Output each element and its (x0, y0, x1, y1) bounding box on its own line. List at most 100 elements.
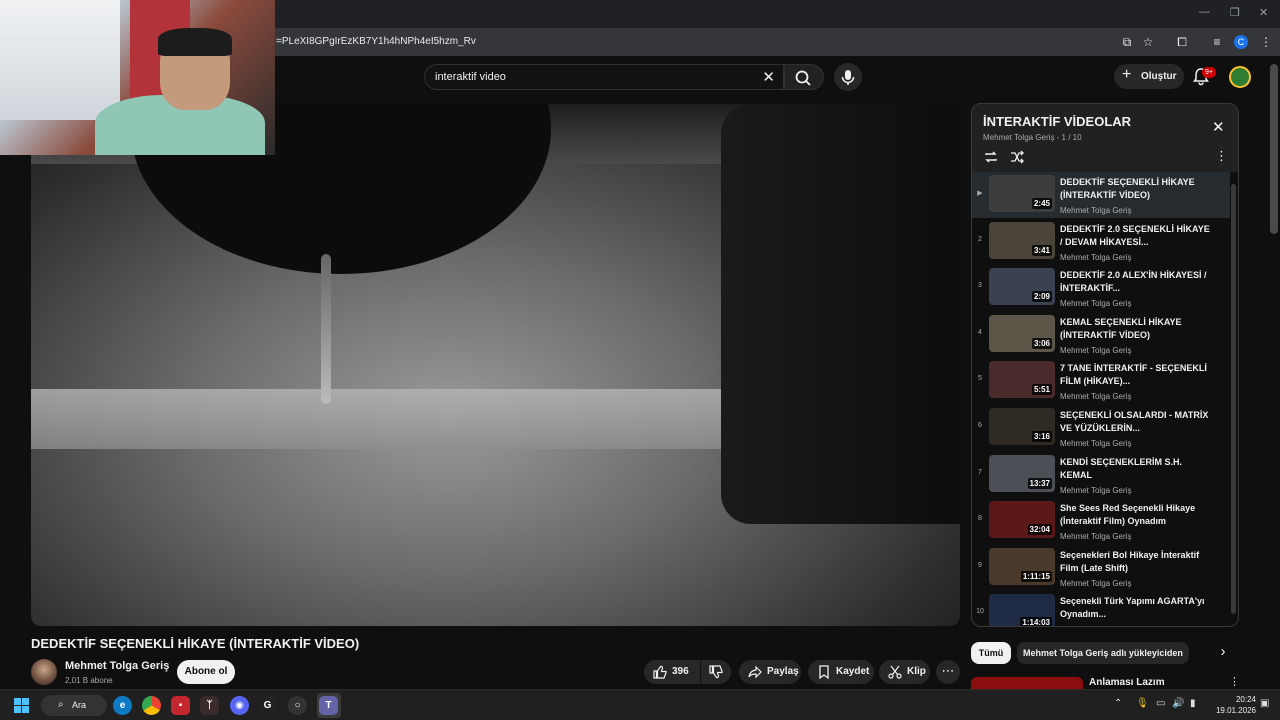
share-label: Paylaş (767, 666, 799, 677)
notifications-center-icon[interactable]: ▣ (1260, 698, 1269, 709)
scissors-icon (888, 665, 902, 679)
close-playlist-icon[interactable]: ✕ (1212, 118, 1225, 136)
video-player[interactable] (31, 104, 960, 626)
install-app-icon[interactable]: ⧉ (1118, 33, 1136, 51)
recommendation-title[interactable]: Anlaması Lazım (1089, 677, 1165, 688)
tray-network-icon[interactable]: ▭ (1156, 698, 1165, 709)
playlist-item-duration: 1:11:15 (1020, 570, 1052, 582)
search-query-text[interactable]: interaktif video (435, 71, 506, 83)
dislike-button[interactable] (701, 660, 731, 684)
recommendation-menu-icon[interactable]: ⋮ (1229, 675, 1240, 688)
like-count: 396 (672, 666, 689, 677)
search-button[interactable] (784, 64, 824, 90)
share-button[interactable]: Paylaş (739, 660, 801, 684)
profile-avatar[interactable]: C (1234, 35, 1248, 49)
teams-icon[interactable]: T (319, 696, 338, 715)
discord-icon[interactable]: ◉ (230, 696, 249, 715)
voice-search-button[interactable] (834, 63, 862, 91)
app-red-icon[interactable]: ▪ (171, 696, 190, 715)
thumbs-up-icon (653, 665, 667, 679)
playlist-item[interactable]: 10 1:14:03 Seçenekli Türk Yapımı AGARTA'… (972, 591, 1230, 626)
playlist-item[interactable]: 6 3:16 SEÇENEKLİ OLSALARDI - MATRİX VE Y… (972, 405, 1230, 451)
bookmark-icon (819, 665, 829, 680)
playlist-item-duration: 32:04 (1027, 524, 1052, 536)
playlist-item-title: SEÇENEKLİ OLSALARDI - MATRİX VE YÜZÜKLER… (1060, 410, 1209, 433)
taskbar-search[interactable]: ⌕ Ara (41, 695, 107, 716)
app-circle-icon[interactable]: ○ (288, 696, 307, 715)
video-frame-right-shape (721, 104, 960, 524)
playlist-title[interactable]: İNTERAKTİF VİDEOLAR (983, 114, 1131, 129)
playlist-item-title: DEDEKTİF 2.0 ALEX'İN HİKAYESİ / İNTERAKT… (1060, 270, 1207, 294)
like-button[interactable]: 396 (644, 660, 700, 684)
playlist-item-thumbnail: 3:06 (989, 314, 1055, 352)
tray-battery-icon[interactable]: ▮ (1190, 698, 1196, 709)
playlist-item[interactable]: 2 3:41 DEDEKTİF 2.0 SEÇENEKLİ HİKAYE / D… (972, 219, 1230, 265)
playlist-item-index: 9 (978, 561, 982, 569)
tab-search-icon[interactable]: ≡ (1208, 33, 1226, 51)
playlist-item[interactable]: ▶ 2:45 DEDEKTİF SEÇENEKLİ HİKAYE (İNTERA… (972, 172, 1230, 218)
chevron-right-icon[interactable]: › (1212, 643, 1234, 665)
plus-icon: + (1122, 66, 1132, 83)
playlist-scrollbar[interactable] (1231, 184, 1236, 614)
playlist-header: İNTERAKTİF VİDEOLAR Mehmet Tolga Geriş -… (972, 104, 1238, 172)
app-dark-icon[interactable]: ᛉ (200, 696, 219, 715)
tray-chevron-up-icon[interactable]: ⌃ (1114, 698, 1122, 709)
taskbar-search-label: Ara (72, 700, 87, 710)
playlist-menu-icon[interactable]: ⋮ (1215, 148, 1228, 164)
close-window-icon[interactable]: ✕ (1259, 6, 1268, 19)
tray-mic-icon[interactable]: 🎙 (1136, 698, 1149, 709)
browser-menu-icon[interactable]: ⋮ (1257, 33, 1275, 51)
account-avatar[interactable] (1229, 66, 1251, 88)
playlist-item[interactable]: 7 13:37 KENDİ SEÇENEKLERİM S.H. KEMAL Me… (972, 452, 1230, 498)
chrome-icon[interactable] (142, 696, 161, 715)
playlist-item-index: 10 (976, 608, 984, 616)
playlist-item-title: DEDEKTİF SEÇENEKLİ HİKAYE (İNTERAKTİF Vİ… (1060, 177, 1195, 200)
channel-avatar[interactable] (31, 659, 57, 685)
playlist-item[interactable]: 9 1:11:15 Seçenekleri Bol Hikaye İnterak… (972, 545, 1230, 591)
windows-start-icon[interactable] (14, 698, 29, 713)
playlist-item-index: 2 (978, 235, 982, 243)
clip-button[interactable]: Klip (879, 660, 930, 684)
playlist-item[interactable]: 8 32:04 She Sees Red Seçenekli Hikaye (İ… (972, 498, 1230, 544)
playlist-item-duration: 3:41 (1031, 244, 1052, 256)
taskbar-clock[interactable]: 20:24 19.01.2026 (1212, 694, 1256, 716)
playlist-item-index: 6 (978, 422, 982, 429)
edge-icon[interactable]: e (113, 696, 132, 715)
chip-all[interactable]: Tümü (971, 642, 1011, 664)
playlist-item-channel: Mehmet Tolga Geriş (1060, 532, 1132, 542)
more-actions-icon[interactable]: ⋯ (936, 660, 960, 684)
playlist-item-thumbnail: 5:51 (989, 361, 1055, 399)
playlist-subtitle: Mehmet Tolga Geriş - 1 / 10 (983, 133, 1082, 142)
page-scrollbar[interactable] (1270, 64, 1278, 234)
app-g-icon[interactable]: G (258, 696, 277, 715)
minimize-icon[interactable]: — (1199, 6, 1210, 18)
video-frame-drip (321, 254, 331, 404)
playlist-item[interactable]: 3 2:09 DEDEKTİF 2.0 ALEX'İN HİKAYESİ / İ… (972, 265, 1230, 311)
create-button[interactable]: + Oluştur (1114, 64, 1184, 89)
chip-uploader[interactable]: Mehmet Tolga Geriş adlı yükleyiciden (1017, 642, 1189, 664)
notification-badge: 9+ (1202, 67, 1216, 78)
recommendation-thumbnail[interactable] (971, 677, 1083, 689)
playlist-item-title: KEMAL SEÇENEKLİ HİKAYE (İNTERAKTİF VİDEO… (1060, 316, 1182, 340)
save-button[interactable]: Kaydet (808, 660, 874, 684)
loop-icon[interactable] (983, 150, 999, 164)
save-label: Kaydet (836, 666, 870, 677)
extensions-icon[interactable]: ⧠ (1173, 33, 1191, 51)
playlist-item-title: Seçenekleri Bol Hikaye İnteraktif Film (… (1060, 549, 1200, 573)
tray-volume-icon[interactable]: 🔊 (1172, 698, 1184, 709)
playlist-item-thumbnail: 2:45 (989, 175, 1055, 212)
playlist-item[interactable]: 4 3:06 KEMAL SEÇENEKLİ HİKAYE (İNTERAKTİ… (972, 312, 1230, 358)
bookmark-star-icon[interactable]: ☆ (1139, 33, 1157, 51)
playlist-item[interactable]: 5 5:51 7 TANE İNTERAKTİF - SEÇENEKLİ FİL… (972, 358, 1230, 404)
clear-search-icon[interactable]: ✕ (762, 68, 775, 86)
search-icon (795, 70, 811, 86)
maximize-icon[interactable]: ❐ (1230, 6, 1240, 19)
playlist-item-thumbnail: 3:41 (989, 221, 1055, 259)
search-input[interactable]: interaktif video ✕ (424, 64, 784, 90)
channel-name[interactable]: Mehmet Tolga Geriş (65, 660, 169, 672)
playlist-item-title: DEDEKTİF 2.0 SEÇENEKLİ HİKAYE / DEVAM Hİ… (1060, 223, 1210, 247)
subscribe-button[interactable]: Abone ol (177, 660, 235, 684)
url-text[interactable]: =PLeXI8GPgIrEzKB7Y1h4hNPh4eI5hzm_Rv (276, 36, 476, 47)
subscriber-count: 2,01 B abone (65, 676, 113, 685)
shuffle-icon[interactable] (1009, 150, 1025, 164)
